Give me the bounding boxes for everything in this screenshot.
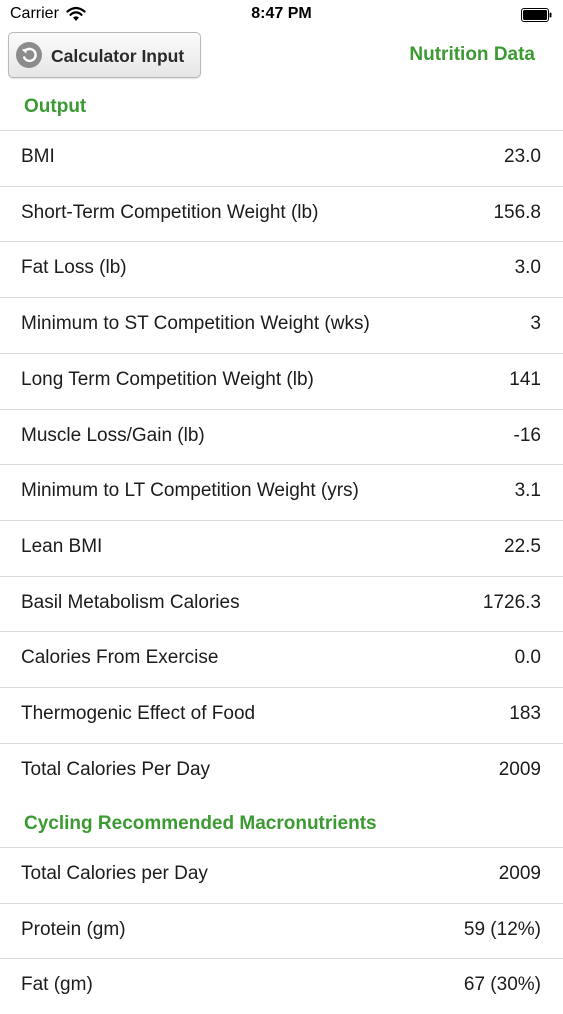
row-label: Thermogenic Effect of Food xyxy=(21,703,256,724)
row-label: Fat Loss (lb) xyxy=(21,257,127,279)
list-row: Fat (gm) 67 (30%) xyxy=(0,958,563,1014)
row-label: Total Calories Per Day xyxy=(21,758,211,780)
back-button-label: Calculator Input xyxy=(51,46,185,66)
list-row: Short-Term Competition Weight (lb) 156.8 xyxy=(0,185,563,242)
status-bar: Carrier 8:47 PM xyxy=(0,0,563,30)
section-header-macronutrients: Cycling Recommended Macronutrients xyxy=(24,813,377,834)
row-value: 156.8 xyxy=(493,201,541,223)
list-row: Total Calories Per Day 2009 xyxy=(0,742,563,799)
back-arrow-circle-icon xyxy=(16,42,42,68)
navigation-bar: Calculator Input Nutrition Data xyxy=(0,30,563,82)
list-row: Long Term Competition Weight (lb) 141 xyxy=(0,352,563,409)
row-label: Protein (gm) xyxy=(21,918,126,940)
list-row: Muscle Loss/Gain (lb) -16 xyxy=(0,408,563,465)
row-value: -16 xyxy=(513,424,541,446)
row-label: BMI xyxy=(21,146,55,167)
row-value: 3.0 xyxy=(514,257,541,279)
page-title: Nutrition Data xyxy=(409,44,535,65)
clock-time: 8:47 PM xyxy=(251,5,312,22)
list-row: Protein (gm) 59 (12%) xyxy=(0,902,563,959)
row-label: Short-Term Competition Weight (lb) xyxy=(21,201,319,223)
list-row: Fat Loss (lb) 3.0 xyxy=(0,241,563,298)
row-label: Fat (gm) xyxy=(21,974,93,996)
list-row: Minimum to ST Competition Weight (wks) 3 xyxy=(0,297,563,354)
list-row: BMI 23.0 xyxy=(0,130,563,186)
row-value: 1726.3 xyxy=(482,591,541,613)
row-value: 59 (12%) xyxy=(463,918,541,940)
back-button[interactable]: Calculator Input xyxy=(8,32,201,78)
row-label: Muscle Loss/Gain (lb) xyxy=(21,424,205,446)
row-value: 141 xyxy=(509,368,541,390)
row-label: Total Calories per Day xyxy=(21,863,208,884)
row-value: 2009 xyxy=(498,758,541,780)
row-label: Minimum to ST Competition Weight (wks) xyxy=(21,313,370,335)
list-row: Total Calories per Day 2009 xyxy=(0,847,563,903)
row-value: 67 (30%) xyxy=(463,974,541,996)
row-label: Basil Metabolism Calories xyxy=(21,591,240,613)
list-row: Lean BMI 22.5 xyxy=(0,519,563,576)
row-value: 183 xyxy=(509,703,541,724)
row-value: 0.0 xyxy=(514,647,541,669)
row-label: Minimum to LT Competition Weight (yrs) xyxy=(21,480,359,502)
row-value: 3 xyxy=(530,313,541,335)
list-row: Calories From Exercise 0.0 xyxy=(0,631,563,688)
list-row: Thermogenic Effect of Food 183 xyxy=(0,687,563,743)
list-row: Basil Metabolism Calories 1726.3 xyxy=(0,575,563,632)
row-label: Long Term Competition Weight (lb) xyxy=(21,368,314,390)
row-label: Calories From Exercise xyxy=(21,647,219,669)
row-value: 3.1 xyxy=(514,480,541,502)
list-row: Minimum to LT Competition Weight (yrs) 3.… xyxy=(0,464,563,521)
row-label: Lean BMI xyxy=(21,535,103,557)
row-value: 23.0 xyxy=(504,146,541,167)
row-value: 2009 xyxy=(498,863,541,884)
row-value: 22.5 xyxy=(504,535,541,557)
battery-icon xyxy=(521,8,552,22)
section-header-output: Output xyxy=(24,96,87,117)
